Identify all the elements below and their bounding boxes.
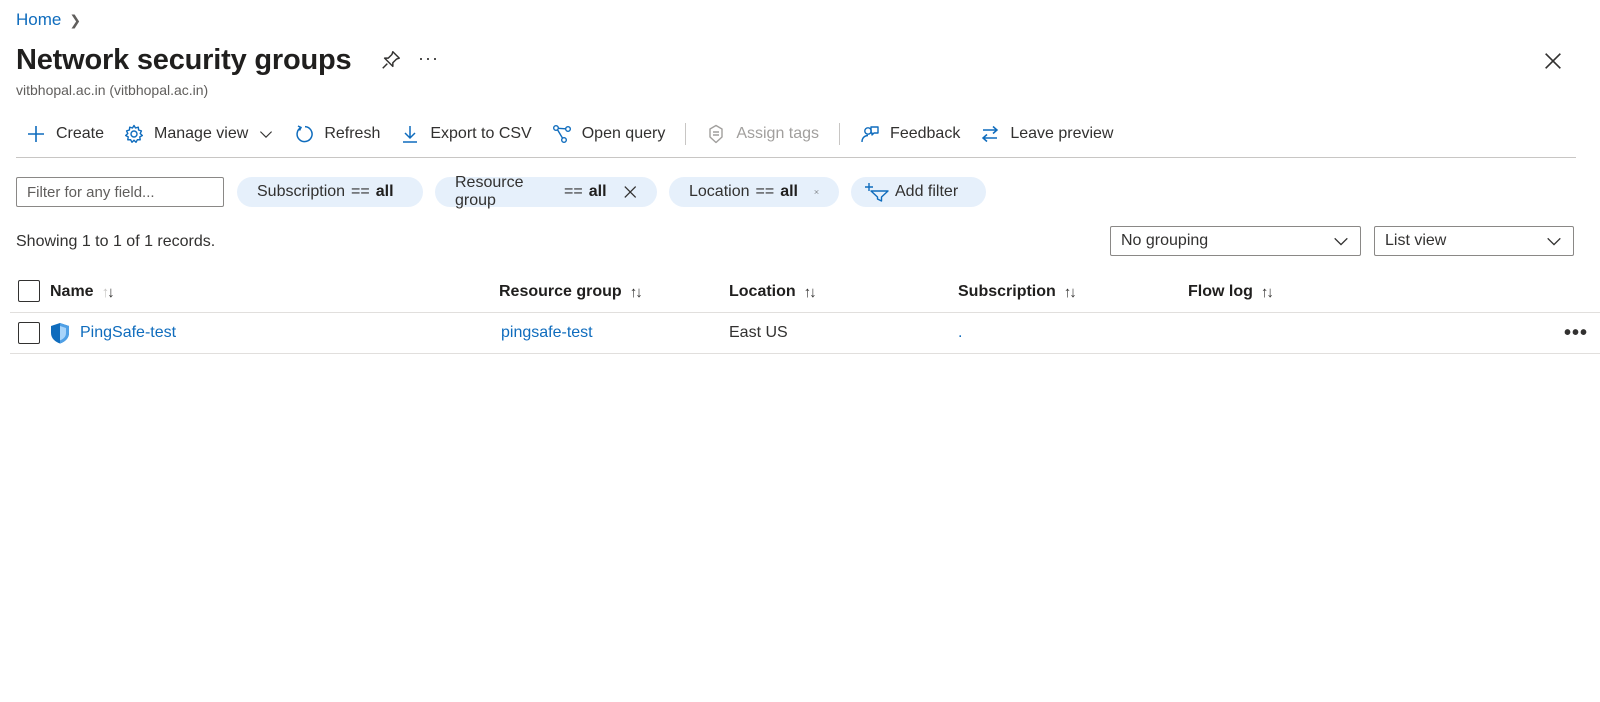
refresh-icon xyxy=(296,125,314,143)
filter-pill-operator: == xyxy=(351,183,370,200)
chevron-down-icon xyxy=(260,131,273,138)
remove-filter-icon[interactable] xyxy=(623,184,637,200)
filter-search-input[interactable] xyxy=(16,177,224,207)
export-csv-button[interactable]: Export to CSV xyxy=(390,118,541,150)
column-header-subscription[interactable]: Subscription ↑↓ xyxy=(958,283,1077,301)
column-header-label: Name xyxy=(50,283,94,300)
add-filter-button[interactable]: Add filter xyxy=(851,177,986,207)
records-count: Showing 1 to 1 of 1 records. xyxy=(16,233,216,250)
filter-pill-key: Subscription xyxy=(257,183,346,200)
view-dropdown[interactable]: List view xyxy=(1374,226,1574,256)
network-security-group-icon xyxy=(51,323,69,344)
gear-icon xyxy=(125,124,144,143)
chevron-down-icon xyxy=(1334,237,1348,246)
column-header-flow-log[interactable]: Flow log ↑↓ xyxy=(1188,283,1274,301)
breadcrumb-home-link[interactable]: Home xyxy=(16,10,61,30)
column-header-name[interactable]: Name ↑↓ xyxy=(50,283,115,301)
resource-name-link[interactable]: PingSafe-test xyxy=(80,324,176,342)
manage-view-label: Manage view xyxy=(154,125,249,142)
subscription-link[interactable]: . xyxy=(958,324,962,342)
filter-pill-value: all xyxy=(588,183,607,200)
select-all-checkbox[interactable] xyxy=(18,280,40,302)
row-checkbox[interactable] xyxy=(18,322,40,344)
assign-tags-button[interactable]: Assign tags xyxy=(696,118,829,150)
sort-icon[interactable]: ↑↓ xyxy=(102,284,115,301)
create-button[interactable]: Create xyxy=(16,118,114,150)
filter-pill-resource-group[interactable]: Resource group == all xyxy=(435,174,657,209)
remove-filter-icon[interactable] xyxy=(814,184,819,200)
sort-icon[interactable]: ↑↓ xyxy=(804,284,817,301)
command-bar: Create Manage view Refresh Export to CSV… xyxy=(16,118,1123,150)
filter-pill-location[interactable]: Location == all xyxy=(669,177,839,207)
filter-pill-operator: == xyxy=(755,183,775,200)
resource-group-link[interactable]: pingsafe-test xyxy=(501,324,593,342)
refresh-label: Refresh xyxy=(324,125,381,142)
sort-icon[interactable]: ↑↓ xyxy=(1064,284,1077,301)
filter-pill-key: Resource group xyxy=(455,174,524,209)
add-filter-label: Add filter xyxy=(895,183,959,200)
column-header-resource-group[interactable]: Resource group ↑↓ xyxy=(499,283,643,301)
feedback-icon xyxy=(861,126,879,143)
switch-arrows-icon xyxy=(982,125,999,143)
cell-resource-group: pingsafe-test xyxy=(501,324,593,342)
column-header-label: Location xyxy=(729,283,796,300)
create-label: Create xyxy=(56,125,105,142)
manage-view-button[interactable]: Manage view xyxy=(114,118,284,150)
filter-pill-value: all xyxy=(375,183,394,200)
plus-icon xyxy=(28,126,44,142)
close-icon[interactable] xyxy=(1542,50,1564,72)
table-header: Name ↑↓ Resource group ↑↓ Location ↑↓ Su… xyxy=(10,275,1600,313)
filter-pill-value: all xyxy=(780,183,798,200)
grouping-dropdown[interactable]: No grouping xyxy=(1110,226,1361,256)
cell-location: East US xyxy=(729,324,788,341)
tag-icon xyxy=(709,124,724,144)
filter-pill-subscription[interactable]: Subscription == all xyxy=(237,177,423,207)
sort-icon[interactable]: ↑↓ xyxy=(1261,284,1274,301)
column-header-label: Flow log xyxy=(1188,283,1253,300)
row-more-options-icon[interactable]: ••• xyxy=(1564,322,1588,345)
toolbar-divider xyxy=(685,123,687,145)
chevron-down-icon xyxy=(1547,237,1561,246)
assign-tags-label: Assign tags xyxy=(736,125,820,142)
open-query-button[interactable]: Open query xyxy=(542,118,676,150)
export-csv-label: Export to CSV xyxy=(430,125,532,142)
feedback-button[interactable]: Feedback xyxy=(850,118,970,150)
cell-name: PingSafe-test xyxy=(50,322,176,344)
sort-icon[interactable]: ↑↓ xyxy=(630,284,643,301)
leave-preview-label: Leave preview xyxy=(1010,125,1114,142)
cell-subscription: . xyxy=(958,324,962,342)
query-icon xyxy=(552,125,571,143)
leave-preview-button[interactable]: Leave preview xyxy=(970,118,1123,150)
breadcrumb: Home ❯ xyxy=(16,8,81,32)
grouping-value: No grouping xyxy=(1121,232,1209,249)
page-title: Network security groups xyxy=(16,44,352,76)
toolbar-divider-line xyxy=(16,157,1576,158)
table-row: PingSafe-test pingsafe-test East US . ••… xyxy=(10,314,1600,354)
add-filter-icon xyxy=(865,183,889,202)
page-subtitle: vitbhopal.ac.in (vitbhopal.ac.in) xyxy=(16,82,209,98)
column-header-location[interactable]: Location ↑↓ xyxy=(729,283,817,301)
column-header-label: Subscription xyxy=(958,283,1056,300)
chevron-right-icon: ❯ xyxy=(69,11,82,28)
refresh-button[interactable]: Refresh xyxy=(284,118,390,150)
pin-icon[interactable] xyxy=(380,49,402,71)
open-query-label: Open query xyxy=(581,125,666,142)
view-value: List view xyxy=(1385,232,1447,249)
download-icon xyxy=(403,126,418,143)
column-header-label: Resource group xyxy=(499,283,622,300)
toolbar-divider xyxy=(839,123,841,145)
more-options-icon[interactable]: ··· xyxy=(418,48,439,69)
filter-pill-operator: == xyxy=(564,183,583,200)
feedback-label: Feedback xyxy=(890,125,961,142)
filter-pill-key: Location xyxy=(689,183,750,200)
